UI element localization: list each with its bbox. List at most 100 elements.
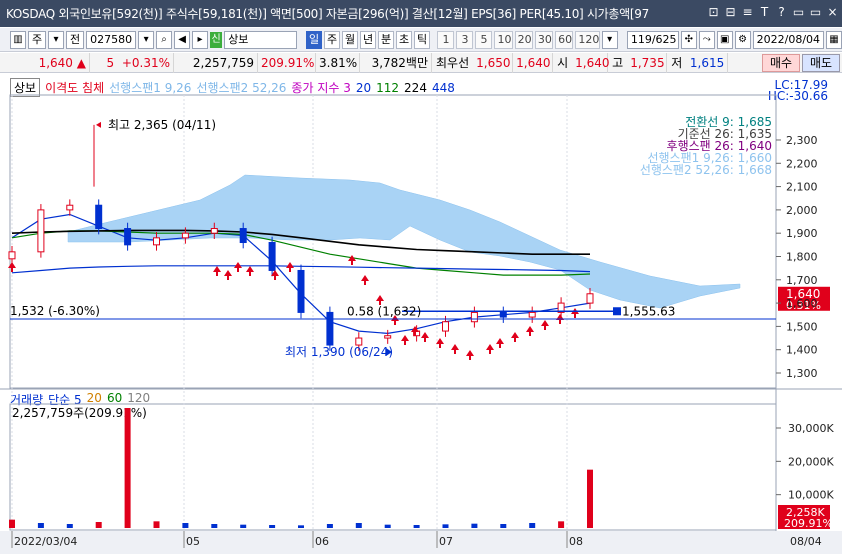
interval-20[interactable]: 20	[514, 30, 533, 49]
maximize-icon[interactable]: ▭	[808, 4, 823, 20]
window-copy-icon[interactable]: ⊡	[706, 4, 721, 20]
stock-nav-icon[interactable]: ▸	[192, 30, 208, 49]
close-icon[interactable]: ×	[825, 4, 840, 20]
disparity-arrow-icon	[496, 338, 504, 348]
x-tick-label: 07	[439, 535, 453, 548]
interval-dropdown-icon[interactable]: ▾	[601, 30, 618, 49]
sound-icon[interactable]: ◀	[174, 30, 191, 49]
period-second[interactable]: 초	[395, 30, 412, 49]
current-vol-tag: 2,258K	[786, 506, 825, 519]
change-pct: +0.31%	[121, 55, 170, 70]
up-arrow-icon: ▲	[76, 55, 86, 70]
credit-tag: 신	[209, 31, 223, 48]
interval-5[interactable]: 5	[475, 30, 493, 49]
save-icon[interactable]: ▣	[716, 30, 733, 49]
window-title: KOSDAQ 외국인보유[592(천)] 주식수[59,181(천)] 액면[5…	[6, 7, 649, 21]
fib-left-label: 0.58 (1,632)	[347, 304, 421, 318]
search-icon[interactable]: ⌕	[156, 30, 173, 49]
stock-name-tag[interactable]: 상보	[10, 78, 41, 97]
candle-body	[557, 302, 565, 313]
legend-ma112[interactable]: 112	[376, 81, 399, 95]
volume-bar	[95, 522, 102, 528]
legend-span1[interactable]: 선행스팬1 9,26	[109, 79, 191, 96]
interval-60[interactable]: 60	[555, 30, 574, 49]
vol-tick-label: 20,000K	[788, 455, 834, 468]
period-tick[interactable]: 틱	[413, 30, 430, 49]
open-label: 시	[557, 56, 569, 70]
current-vol-box	[778, 505, 830, 529]
volume-bar	[558, 521, 565, 528]
open-value: 1,640	[572, 52, 610, 73]
candle-body	[297, 269, 305, 313]
volume-bar	[413, 525, 420, 528]
grid	[11, 95, 568, 530]
ichimoku-label: 선행스팬1 9,26: 1,660	[647, 150, 772, 165]
interval-1[interactable]: 1	[437, 30, 455, 49]
price-tick-label: 1,500	[786, 320, 818, 333]
price-tick-label: 2,200	[786, 157, 818, 170]
cloud-area	[67, 174, 741, 309]
legend-ma20[interactable]: 20	[356, 81, 371, 95]
legend-close-index[interactable]: 종가 지수 3	[291, 79, 350, 96]
price-tick-label: 1,800	[786, 250, 818, 263]
interval-30[interactable]: 30	[534, 30, 554, 49]
sell-button[interactable]: 매도	[802, 54, 840, 72]
volume-panel-frame	[9, 403, 777, 531]
prev-select[interactable]: 전	[66, 30, 85, 49]
candle-body	[442, 321, 449, 332]
legend-span2[interactable]: 선행스팬2 52,26	[196, 79, 286, 96]
period-day[interactable]: 일	[305, 30, 322, 49]
candle-body	[239, 228, 247, 244]
price-tick-label: 2,300	[786, 134, 818, 147]
hc-value: HC:-30.66	[767, 89, 828, 103]
volume-ratio: 209.91%	[258, 52, 316, 73]
code-dropdown-icon[interactable]: ▾	[138, 30, 155, 49]
period-week[interactable]: 주	[323, 30, 340, 49]
volume-bar	[37, 523, 44, 528]
window-menu-icon[interactable]: ≡	[740, 4, 755, 20]
interval-10[interactable]: 10	[494, 30, 513, 49]
legend-ma224[interactable]: 224	[404, 81, 427, 95]
stock-name-field[interactable]: 상보	[224, 30, 297, 49]
market-select[interactable]: 주	[27, 30, 47, 49]
window-font-icon[interactable]: T	[757, 4, 772, 20]
title-buttons: ⊡ ⊟ ≡ T ? ▭ ▭ ×	[706, 4, 840, 20]
x-tick-label: 08	[569, 535, 583, 548]
trend-icon[interactable]: ⤳	[698, 30, 715, 49]
help-icon[interactable]: ?	[774, 4, 789, 20]
period-minute[interactable]: 분	[377, 30, 394, 49]
chart-type-icon[interactable]: ▥	[10, 30, 26, 49]
candle-body	[413, 330, 421, 337]
ma-line-224	[11, 229, 590, 255]
period-month[interactable]: 월	[341, 30, 358, 49]
buy-button[interactable]: 매수	[762, 54, 800, 72]
disparity-arrow-icon	[556, 314, 564, 324]
disparity-arrow-icon	[401, 335, 409, 345]
price-tick-label: 1,700	[786, 274, 818, 287]
legend-disparity[interactable]: 이격도 침체	[45, 79, 104, 96]
calendar-icon[interactable]: ▦	[826, 30, 842, 49]
chart-toolbar: ▥ 주 ▾ 전 027580 ▾ ⌕ ◀ ▸ 신 상보 일 주 월 년 분 초 …	[0, 28, 842, 52]
ma-line-112	[11, 230, 591, 276]
volume-bar	[500, 524, 507, 528]
legend-ma448[interactable]: 448	[432, 81, 455, 95]
window-layout-icon[interactable]: ⊟	[723, 4, 738, 20]
disparity-arrow-icon	[466, 350, 474, 360]
indicator-icon[interactable]: ✣	[680, 30, 697, 49]
settings-icon[interactable]: ⚙	[734, 30, 751, 49]
period-year[interactable]: 년	[359, 30, 376, 49]
chevron-down-icon[interactable]: ▾	[48, 30, 65, 49]
minimize-icon[interactable]: ▭	[791, 4, 806, 20]
volume-bar	[471, 523, 478, 528]
data-count-field[interactable]: 119/625	[626, 30, 679, 49]
date-field[interactable]: 2022/08/04	[752, 30, 825, 49]
current-vol-pct-tag: 209.91%	[784, 517, 833, 530]
interval-120[interactable]: 120	[575, 30, 600, 49]
disparity-arrow-icon	[361, 275, 369, 285]
interval-3[interactable]: 3	[456, 30, 474, 49]
moving-averages	[11, 213, 591, 335]
stock-code-input[interactable]: 027580	[86, 30, 137, 49]
volume-bar	[529, 523, 536, 528]
disparity-arrow-icon	[511, 332, 519, 342]
candle-body	[470, 311, 478, 323]
